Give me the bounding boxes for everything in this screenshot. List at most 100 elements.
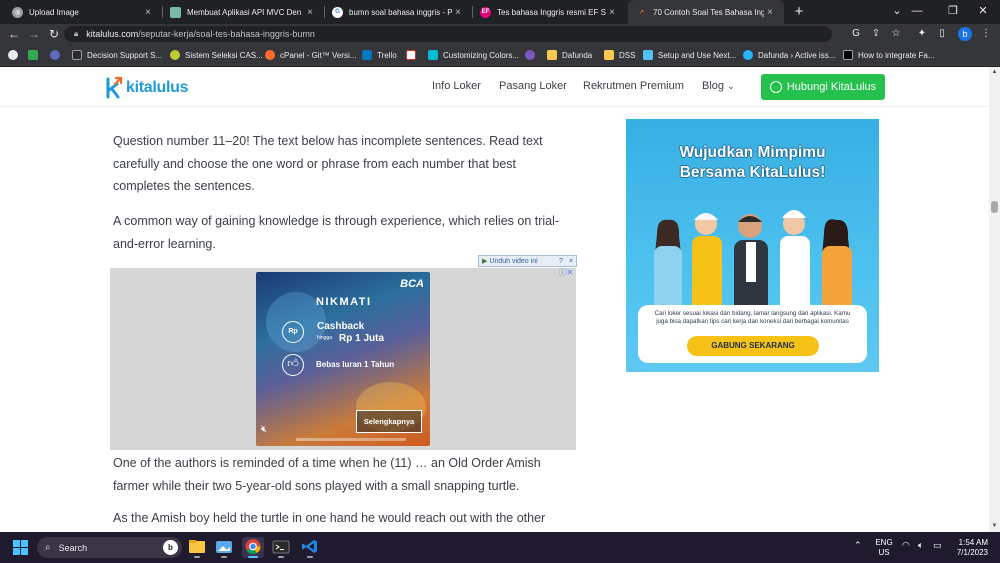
- bookmark-app-icon[interactable]: [28, 48, 43, 62]
- chevron-down-icon: ⌄: [727, 81, 735, 91]
- share-icon[interactable]: ⇪: [868, 26, 884, 42]
- windows-taskbar: ⌕ Search b ⌃ ENG US ◠ 🔈︎ ▭ 1:54 AM 7/1/2…: [0, 532, 1000, 563]
- article-paragraph: One of the authors is reminded of a time…: [113, 456, 541, 493]
- google-icon: G: [332, 6, 343, 18]
- close-icon[interactable]: ×: [566, 258, 576, 265]
- windows-start-icon[interactable]: [13, 540, 28, 555]
- tab-upload-image[interactable]: ◍ Upload Image ×: [4, 0, 162, 24]
- system-clock[interactable]: 1:54 AM 7/1/2023: [948, 538, 988, 558]
- scrollbar-thumb[interactable]: [991, 201, 998, 213]
- lock-icon: 🔒︎: [74, 29, 79, 38]
- ad-fineprint: [296, 438, 406, 441]
- bookmark-shield-icon[interactable]: [50, 48, 65, 62]
- scroll-down-icon[interactable]: ▼: [989, 521, 1000, 532]
- kitalulus-logo-icon: [104, 75, 124, 101]
- close-icon[interactable]: ×: [304, 7, 316, 18]
- bookmark-item[interactable]: Trello: [362, 48, 397, 62]
- bookmarks-bar: Decision Support S... Sistem Seleksi CAS…: [0, 44, 1000, 66]
- help-icon[interactable]: ?: [556, 258, 566, 265]
- page-viewport: kitalulus Info Loker Pasang Loker Rekrut…: [0, 67, 989, 532]
- nav-rekrutmen-premium[interactable]: Rekrutmen Premium: [583, 80, 684, 92]
- show-hidden-icons-icon[interactable]: ⌃: [854, 540, 862, 551]
- language-indicator[interactable]: ENG US: [872, 538, 896, 558]
- bookmark-star-icon[interactable]: ☆: [888, 26, 904, 42]
- bookmark-folder[interactable]: DSS: [604, 48, 635, 62]
- nav-info-loker[interactable]: Info Loker: [432, 80, 481, 92]
- adchoices-icon[interactable]: ⓘ✕: [556, 268, 576, 278]
- gabung-sekarang-button[interactable]: GABUNG SEKARANG: [687, 336, 819, 356]
- bookmark-item[interactable]: Dafunda › Active iss...: [743, 48, 835, 62]
- bookmark-item[interactable]: [525, 48, 540, 62]
- url-path: /seputar-kerja/soal-tes-bahasa-inggris-b…: [138, 29, 315, 39]
- download-video-bar[interactable]: ▶ Unduh video ini ? ×: [478, 255, 577, 267]
- mute-icon[interactable]: 🔇︎: [261, 424, 267, 435]
- wifi-icon[interactable]: ◠: [902, 540, 910, 551]
- terminal-icon[interactable]: [270, 537, 292, 558]
- hubungi-kitalulus-button[interactable]: Hubungi KitaLulus: [761, 74, 885, 100]
- back-button[interactable]: ←: [6, 26, 22, 42]
- rupiah-icon: Rp: [282, 321, 304, 343]
- kitalulus-sidebar-ad[interactable]: Wujudkan Mimpimu Bersama KitaLulus! Cari…: [626, 119, 879, 372]
- job-seekers-illustration: [654, 210, 852, 314]
- nav-pasang-loker[interactable]: Pasang Loker: [499, 80, 567, 92]
- selengkapnya-button[interactable]: Selengkapnya: [356, 410, 422, 433]
- play-icon: ▶: [482, 258, 488, 265]
- restore-button[interactable]: ❐: [936, 0, 970, 24]
- scroll-up-icon[interactable]: ▲: [989, 67, 1000, 78]
- site-logo[interactable]: kitalulus: [104, 75, 189, 101]
- chrome-icon[interactable]: [242, 537, 264, 558]
- bca-video-ad[interactable]: BCA NIKMATI Rp Cashback hingga Rp 1 Juta…: [256, 272, 430, 446]
- bookmark-item[interactable]: Setup and Use Next...: [643, 48, 736, 62]
- download-video-label: Unduh video ini: [489, 257, 538, 265]
- minimize-button[interactable]: —: [900, 0, 934, 24]
- page-scrollbar[interactable]: ▲ ▼: [989, 67, 1000, 532]
- tab-title: Upload Image: [29, 7, 79, 17]
- close-icon[interactable]: ×: [764, 7, 776, 18]
- taskbar-search[interactable]: ⌕ Search b: [37, 537, 182, 558]
- new-tab-button[interactable]: +: [790, 3, 808, 21]
- extensions-icon[interactable]: ✦: [914, 26, 930, 42]
- bookmark-item[interactable]: [406, 48, 421, 62]
- file-explorer-icon[interactable]: [186, 537, 208, 558]
- bookmark-folder[interactable]: Dafunda: [547, 48, 592, 62]
- speaker-icon[interactable]: 🔈︎: [918, 540, 923, 551]
- close-icon[interactable]: ×: [452, 7, 464, 18]
- tab-membuat-aplikasi[interactable]: Membuat Aplikasi API MVC Den ×: [162, 0, 324, 24]
- ad-headline: NIKMATI: [316, 296, 372, 308]
- reload-button[interactable]: ↻: [46, 26, 62, 42]
- side-panel-icon[interactable]: ▯: [934, 26, 950, 42]
- article-paragraph: As the Amish boy held the turtle in one …: [113, 511, 546, 525]
- bookmark-item[interactable]: Decision Support S...: [72, 48, 162, 62]
- bookmark-item[interactable]: Sistem Seleksi CAS...: [170, 48, 263, 62]
- cta-label: Hubungi KitaLulus: [786, 81, 877, 93]
- profile-avatar[interactable]: b: [958, 27, 972, 41]
- side-ad-headline: Wujudkan Mimpimu Bersama KitaLulus!: [626, 143, 879, 183]
- tab-ef-set[interactable]: EF Tes bahasa Inggris resmi EF SET | ×: [472, 0, 626, 24]
- tab-google-search[interactable]: G bumn soal bahasa inggris - Pene ×: [324, 0, 472, 24]
- logo-text: lulus: [152, 79, 189, 96]
- battery-icon[interactable]: ▭: [933, 540, 942, 551]
- ad-amount: Rp 1 Juta: [339, 333, 385, 344]
- bookmark-item[interactable]: cPanel - Git™ Versi...: [265, 48, 356, 62]
- tab-title: bumn soal bahasa inggris - Pene: [349, 7, 452, 17]
- close-icon[interactable]: ×: [606, 7, 618, 18]
- logo-text: kita: [126, 79, 153, 96]
- language-code: ENG: [875, 538, 893, 547]
- menu-kebab-icon[interactable]: ⋮: [978, 26, 994, 42]
- vscode-icon[interactable]: [299, 537, 321, 558]
- app-icon: [170, 6, 181, 18]
- address-bar[interactable]: 🔒︎ kitalulus.com/seputar-kerja/soal-tes-…: [64, 26, 832, 42]
- article-paragraph: Question number 11–20! The text below ha…: [113, 134, 543, 193]
- github-icon[interactable]: [8, 48, 23, 62]
- close-icon[interactable]: ×: [142, 7, 154, 18]
- tab-title: Membuat Aplikasi API MVC Den: [187, 7, 302, 17]
- forward-button[interactable]: →: [26, 26, 42, 42]
- close-window-button[interactable]: ✕: [966, 0, 1000, 24]
- google-lens-icon[interactable]: G: [848, 26, 864, 42]
- bookmark-item[interactable]: Customizing Colors...: [428, 48, 519, 62]
- bookmark-item[interactable]: How to integrate Fa...: [843, 48, 934, 62]
- photos-app-icon[interactable]: [213, 537, 235, 558]
- bing-icon[interactable]: b: [163, 540, 178, 555]
- tab-kitalulus[interactable]: ↗ 70 Contoh Soal Tes Bahasa Inggr ×: [628, 0, 784, 24]
- nav-blog[interactable]: Blog ⌄: [702, 80, 735, 92]
